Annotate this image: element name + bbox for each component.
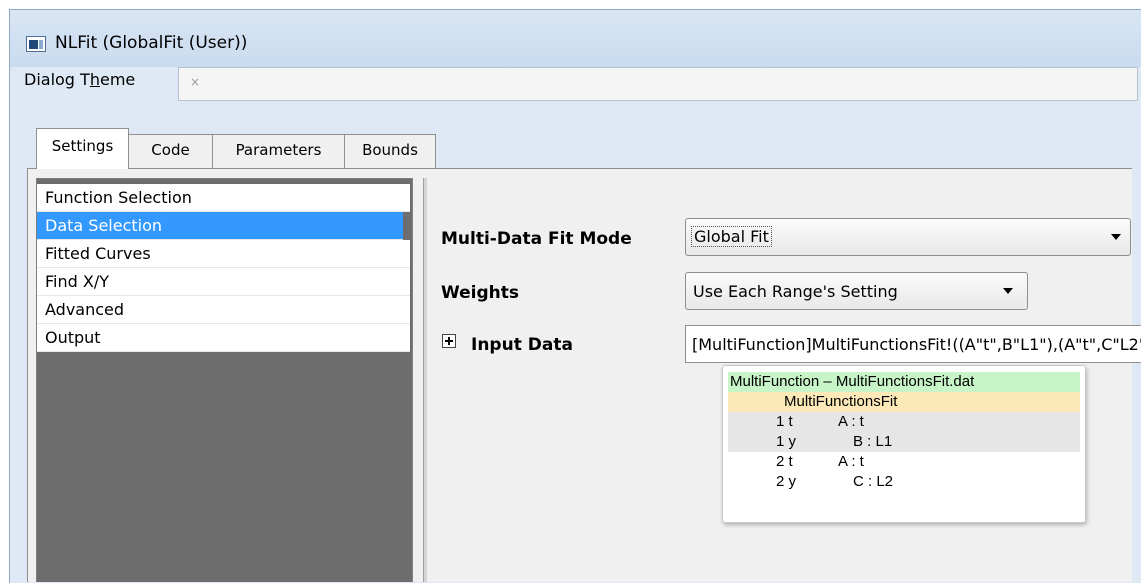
weights-value: Use Each Range's Setting [693,282,898,301]
tab-bounds[interactable]: Bounds [344,134,436,168]
expand-plus-icon[interactable] [442,334,456,348]
tooltip-range-column: A : t [838,453,864,470]
tooltip-range-index: 1 t [776,413,793,430]
nav-item-fitted-curves[interactable]: Fitted Curves [37,240,410,268]
tooltip-range-column: B : L1 [853,433,893,450]
nav-item-advanced[interactable]: Advanced [37,296,410,324]
tooltip-sheet-name: MultiFunctionsFit [784,393,898,410]
tooltip-range-index: 2 y [776,473,797,490]
input-data-label: Input Data [471,335,573,355]
nav-item-function-selection[interactable]: Function Selection [37,184,410,212]
chevron-down-icon [1111,234,1121,240]
dialog-theme-label: Dialog Theme [24,70,136,89]
dialog-theme-combo[interactable]: × [178,67,1138,101]
fit-mode-dropdown[interactable]: Global Fit [685,218,1131,256]
fit-mode-label: Multi-Data Fit Mode [441,229,632,249]
nav-item-output[interactable]: Output [37,324,410,352]
tooltip-range-index: 1 y [776,433,797,450]
tooltip-range-group-1: 1 t A : t 1 y B : L1 [728,412,1080,452]
app-icon [26,36,46,52]
input-data-tooltip: MultiFunction – MultiFunctionsFit.dat Mu… [722,365,1086,523]
dialog-theme-value: × [190,75,201,89]
tooltip-range-column: A : t [838,413,864,430]
tab-settings[interactable]: Settings [36,128,129,169]
fit-mode-value: Global Fit [691,226,772,247]
window-title: NLFit (GlobalFit (User)) [55,33,248,53]
panel-splitter[interactable] [423,178,427,582]
tooltip-file-name: MultiFunction – MultiFunctionsFit.dat [728,372,1080,392]
title-bar[interactable]: NLFit (GlobalFit (User)) [10,10,1141,67]
nav-item-data-selection[interactable]: Data Selection [37,212,403,240]
tab-parameters[interactable]: Parameters [212,134,345,168]
settings-nav-list: Function Selection Data Selection Fitted… [36,178,413,582]
weights-dropdown[interactable]: Use Each Range's Setting [685,272,1028,310]
tooltip-range-column: C : L2 [853,473,894,490]
chevron-down-icon [1003,288,1013,294]
tab-code[interactable]: Code [128,134,213,168]
tooltip-sheet-row: MultiFunctionsFit [728,392,1080,412]
tooltip-range-group-2: 2 t A : t 2 y C : L2 [728,452,1080,492]
tooltip-range-index: 2 t [776,453,793,470]
weights-label: Weights [441,283,520,303]
input-data-field[interactable]: [MultiFunction]MultiFunctionsFit!((A"t",… [685,325,1141,363]
nav-item-find-xy[interactable]: Find X/Y [37,268,410,296]
